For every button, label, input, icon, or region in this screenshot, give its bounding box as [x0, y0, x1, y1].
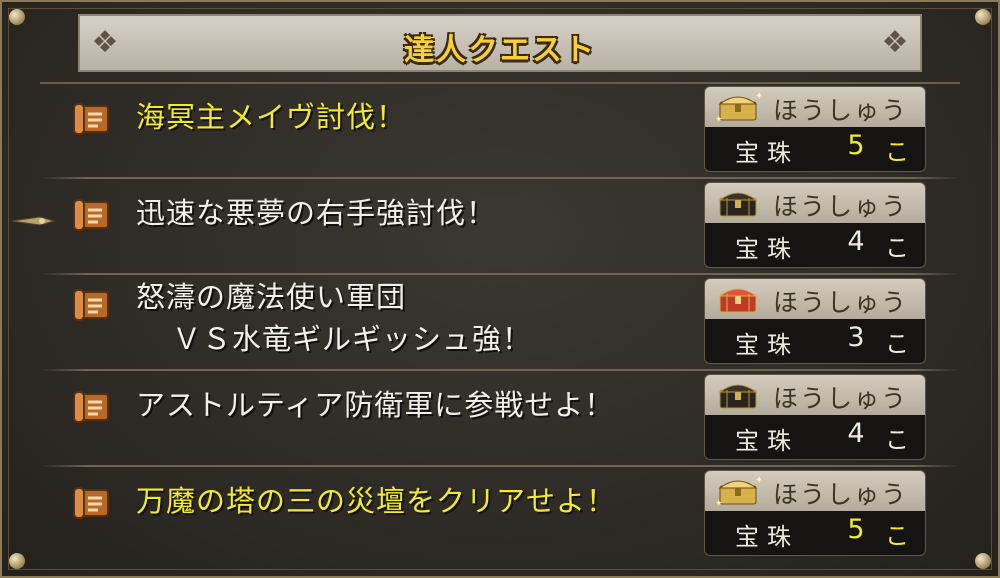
reward-quantity: 4 — [847, 418, 865, 449]
reward-label: ほうしゅう — [773, 288, 909, 317]
reward-label: ほうしゅう — [773, 384, 909, 413]
red-chest-icon — [715, 282, 761, 316]
quest-scroll-icon — [72, 390, 112, 424]
reward-box: ✦ ✦ ほうしゅう 宝珠 5 こ — [704, 86, 926, 172]
quest-name: 万魔の塔の三の災壇をクリアせよ！ — [136, 480, 616, 522]
reward-item-name: 宝珠 — [735, 331, 799, 359]
quest-name-line1: 迅速な悪夢の右手強討伐！ — [136, 196, 497, 230]
title-bar: ❖ 達人クエスト ❖ — [78, 14, 922, 72]
reward-unit: こ — [885, 138, 909, 166]
reward-box: ほうしゅう宝珠 4 こ — [704, 182, 926, 268]
quest-row[interactable]: 海冥主メイヴ討伐！ ✦ ✦ ほうしゅう 宝珠 5 こ — [40, 82, 960, 178]
quest-name-line1: アストルティア防衛軍に参戦せよ！ — [136, 388, 615, 422]
quest-scroll-icon — [72, 288, 112, 322]
quest-row[interactable]: 怒濤の魔法使い軍団 ＶＳ水竜ギルギッシュ強！ ほうしゅう宝珠 3 こ — [40, 274, 960, 370]
reward-box: ほうしゅう宝珠 3 こ — [704, 278, 926, 364]
svg-text:✦: ✦ — [715, 115, 723, 124]
reward-header: ✦ ✦ ほうしゅう — [705, 471, 925, 511]
reward-item-name: 宝珠 — [735, 427, 799, 455]
reward-header: ほうしゅう — [705, 375, 925, 415]
quest-row[interactable]: 万魔の塔の三の災壇をクリアせよ！ ✦ ✦ ほうしゅう 宝珠 5 こ — [40, 466, 960, 562]
corner-gem-icon — [968, 546, 998, 576]
reward-box: ほうしゅう宝珠 4 こ — [704, 374, 926, 460]
corner-gem-icon — [968, 2, 998, 32]
quest-scroll-icon — [72, 198, 112, 232]
quest-row[interactable]: 迅速な悪夢の右手強討伐！ ほうしゅう宝珠 4 こ — [40, 178, 960, 274]
reward-body: 宝珠 4 こ — [705, 415, 925, 459]
quest-name: 迅速な悪夢の右手強討伐！ — [136, 192, 496, 234]
corner-gem-icon — [2, 546, 32, 576]
reward-quantity: 5 — [847, 130, 865, 161]
reward-unit: こ — [885, 522, 909, 550]
reward-item-name: 宝珠 — [735, 523, 799, 551]
reward-label: ほうしゅう — [773, 480, 909, 509]
reward-box: ✦ ✦ ほうしゅう 宝珠 5 こ — [704, 470, 926, 556]
reward-unit: こ — [885, 234, 909, 262]
quest-name-line1: 怒濤の魔法使い軍団 — [136, 280, 407, 314]
reward-item-name: 宝珠 — [735, 235, 799, 263]
svg-text:✦: ✦ — [755, 91, 761, 102]
black-chest-icon — [715, 378, 761, 412]
reward-body: 宝珠 5 こ — [705, 511, 925, 555]
reward-header: ほうしゅう — [705, 279, 925, 319]
reward-item-name: 宝珠 — [735, 139, 799, 167]
reward-label: ほうしゅう — [773, 96, 909, 125]
reward-body: 宝珠 3 こ — [705, 319, 925, 363]
page-title: 達人クエスト — [404, 33, 596, 68]
quest-scroll-icon — [72, 486, 112, 520]
corner-gem-icon — [2, 2, 32, 32]
svg-text:✦: ✦ — [715, 499, 723, 508]
reward-quantity: 4 — [847, 226, 865, 257]
reward-label: ほうしゅう — [773, 192, 909, 221]
quest-name: 怒濤の魔法使い軍団 ＶＳ水竜ギルギッシュ強！ — [136, 276, 532, 360]
quest-name-line2: ＶＳ水竜ギルギッシュ強！ — [172, 322, 533, 356]
reward-quantity: 5 — [847, 514, 865, 545]
gold-chest-icon: ✦ ✦ — [715, 474, 763, 509]
reward-quantity: 3 — [847, 322, 865, 353]
svg-text:✦: ✦ — [755, 475, 761, 486]
swirl-ornament-icon: ❖ — [881, 25, 909, 60]
black-chest-icon — [715, 186, 761, 220]
quest-name-line1: 海冥主メイヴ討伐！ — [136, 100, 407, 134]
quest-name: 海冥主メイヴ討伐！ — [136, 96, 406, 138]
reward-unit: こ — [885, 426, 909, 454]
reward-body: 宝珠 5 こ — [705, 127, 925, 171]
reward-header: ✦ ✦ ほうしゅう — [705, 87, 925, 127]
quest-name-line1: 万魔の塔の三の災壇をクリアせよ！ — [136, 484, 617, 518]
quest-scroll-icon — [72, 102, 112, 136]
reward-body: 宝珠 4 こ — [705, 223, 925, 267]
quest-row[interactable]: アストルティア防衛軍に参戦せよ！ ほうしゅう宝珠 4 こ — [40, 370, 960, 466]
gold-chest-icon: ✦ ✦ — [715, 90, 763, 125]
quest-name: アストルティア防衛軍に参戦せよ！ — [136, 384, 614, 426]
reward-unit: こ — [885, 330, 909, 358]
reward-header: ほうしゅう — [705, 183, 925, 223]
